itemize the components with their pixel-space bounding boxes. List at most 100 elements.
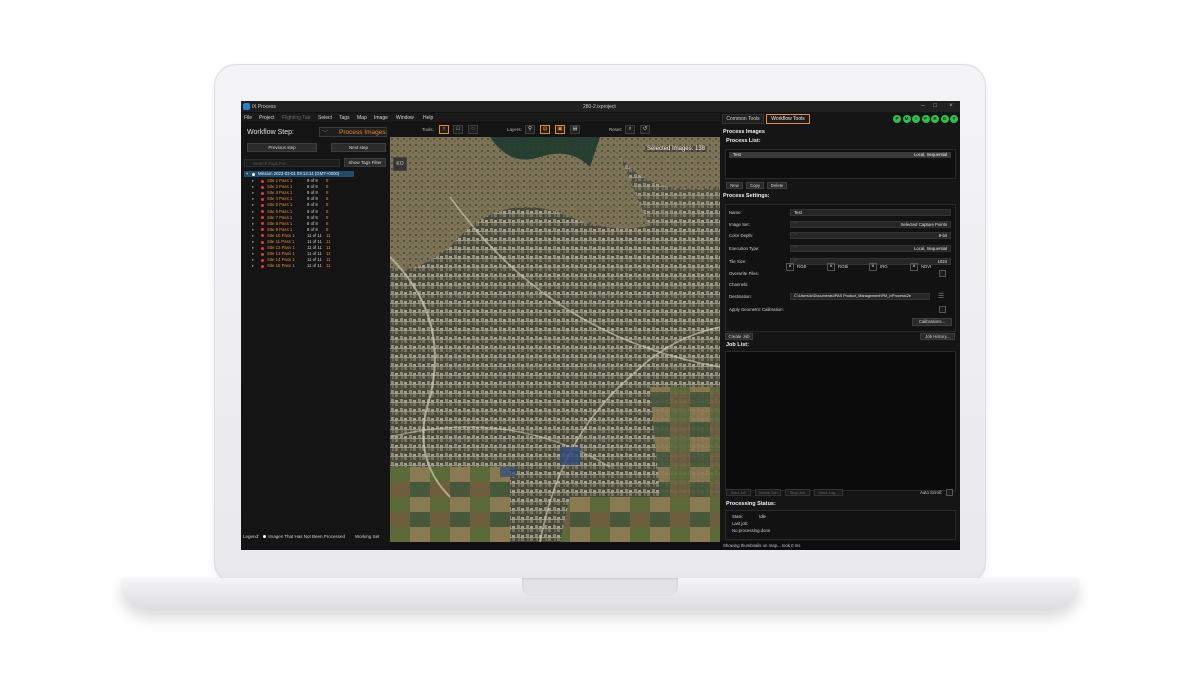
channel-rgbi[interactable]: × RGBi [827,263,848,271]
workflow-circle-r-icon[interactable]: R [931,115,939,123]
workflow-step-select[interactable]: ﹀ Process Images [319,127,387,137]
workflow-circle-m-icon[interactable]: M [902,115,911,123]
execution-type-select[interactable]: ﹀ Local, Sequential [790,245,951,252]
maximize-button[interactable]: □ [931,103,939,109]
image-set-select[interactable]: ﹀ Selected Capture Points [790,221,951,228]
expand-arrow-icon[interactable]: ▸ [252,215,254,221]
pin-layer-icon[interactable]: ⚲ [525,125,535,134]
channel-rgb[interactable]: × RGB [786,263,806,271]
tree-row[interactable]: ▸ Site 8 Pass 1 8 of 8 8 [244,221,388,227]
process-row[interactable]: Test Local, Sequential [729,152,951,158]
show-tags-filter-button[interactable]: Show Tags Filter [344,158,386,167]
lasso-select-icon[interactable]: ◌ [468,125,478,134]
expand-arrow-icon[interactable]: ▸ [252,245,254,251]
zoom-tool-icon[interactable]: ⌕ [439,125,449,134]
workflow-circle-t-icon[interactable]: T [950,115,958,123]
calibrations-button[interactable]: Calibrations... [912,318,952,326]
job-history-button[interactable]: Job History... [920,333,955,340]
workflow-circle-p-icon[interactable]: P [893,115,901,123]
tree-root-mission[interactable]: ▾ Mission 2023-03-01 09:13:14 (GMT+0000) [244,171,354,177]
stack-layer-icon[interactable]: ▤ [570,125,580,134]
menu-project[interactable]: Project [259,115,275,121]
previous-step-button[interactable]: Previous step [247,143,317,152]
workflow-circle-i-icon[interactable]: I [912,115,920,123]
menu-tags[interactable]: Tags [339,115,350,121]
color-depth-select[interactable]: ﹀ 8-bit [790,232,951,239]
delete-process-button[interactable]: Delete [767,182,787,189]
menu-flighting-tab[interactable]: Flighting Tab [282,115,310,121]
expand-arrow-icon[interactable]: ▸ [252,221,254,227]
tree-row[interactable]: ▸ Site 2 Pass 1 8 of 8 8 [244,184,388,190]
next-step-button[interactable]: Next step [331,143,386,152]
copy-process-button[interactable]: Copy [746,182,764,189]
process-name: Test [733,152,741,157]
tree-row[interactable]: ▸ Site 5 Pass 1 8 of 8 8 [244,202,388,208]
save-log-button[interactable]: Save Log... [814,489,843,496]
channel-ndvi[interactable]: × NDVI [910,263,931,271]
geo-calibration-checkbox[interactable] [939,306,946,313]
tag-search-input[interactable]: Search Tags For... [244,159,340,167]
expand-arrow-icon[interactable]: ▸ [252,263,254,269]
destination-field[interactable]: C:\Users\ic\Documents\iPAS Product_Manag… [790,293,930,300]
delete-job-button[interactable]: Delete Job [755,489,781,496]
tree-row[interactable]: ▸ Site 9 Pass 1 8 of 8 8 [244,227,388,233]
workflow-circle-f-icon[interactable]: F [921,115,930,123]
create-job-button[interactable]: Create Job [725,333,753,340]
tree-row[interactable]: ▸ Site 7 Pass 1 8 of 8 8 [244,215,388,221]
expand-arrow-icon[interactable]: ▸ [252,251,254,257]
expand-arrow-icon[interactable]: ▸ [252,178,254,184]
tab-common-tools[interactable]: Common Tools [722,114,764,124]
status-dot-icon [261,179,264,183]
channel-irg[interactable]: × IRG [869,263,888,271]
menu-file[interactable]: File [244,115,252,121]
expand-arrow-icon[interactable]: ▸ [252,196,254,202]
name-field[interactable]: Test [790,209,951,216]
tab-workflow-tools[interactable]: Workflow Tools [766,114,810,124]
new-process-button[interactable]: New [726,182,743,189]
expand-arrow-icon[interactable]: ▸ [252,239,254,245]
overwrite-files-checkbox[interactable] [939,270,946,277]
close-button[interactable]: × [947,103,955,109]
tree-row[interactable]: ▸ Site 6 Pass 1 8 of 8 8 [244,209,388,215]
tree-row[interactable]: ▸ Site 13 Pass 1 11 of 11 11 [244,251,388,257]
expand-arrow-icon[interactable]: ▸ [252,233,254,239]
reset-history-icon[interactable]: ↺ [640,125,650,134]
satellite-map[interactable]: KO Selected Images: 138 [390,137,720,542]
image-layer-icon[interactable]: ▣ [555,125,565,134]
menu-map[interactable]: Map [357,115,367,121]
tree-row[interactable]: ▸ Site 10 Pass 1 11 of 11 11 [244,233,388,239]
tree-row[interactable]: ▸ Site 4 Pass 1 8 of 8 8 [244,196,388,202]
menu-window[interactable]: Window [396,115,414,121]
rect-select-icon[interactable]: □ [453,125,463,134]
menu-help[interactable]: Help [423,115,433,121]
expand-arrow-icon[interactable]: ▸ [252,190,254,196]
job-list [725,351,956,491]
stop-job-button[interactable]: Stop Job [785,489,810,496]
browse-menu-icon[interactable]: ☰ [938,292,944,300]
tree-row[interactable]: ▸ Site 11 Pass 1 11 of 11 11 [244,239,388,245]
start-job-button[interactable]: Start Job [726,489,751,496]
expand-arrow-icon[interactable]: ▸ [252,209,254,215]
tree-row[interactable]: ▸ Site 14 Pass 1 11 of 11 11 [244,257,388,263]
menu-image[interactable]: Image [374,115,388,121]
title-bar: iX Process 280-2.ixproject – □ × [241,101,960,112]
auto-scroll-checkbox[interactable] [946,489,953,496]
minimize-button[interactable]: – [919,103,927,109]
expand-arrow-icon[interactable]: ▸ [252,257,254,263]
reset-zoom-icon[interactable]: ⌕ [625,125,635,134]
tree-row[interactable]: ▸ Site 1 Pass 1 8 of 8 8 [244,178,388,184]
expand-arrow-icon[interactable]: ▸ [252,202,254,208]
name-label: Name: [729,210,742,215]
map-overview-button[interactable]: KO [393,157,407,171]
project-name: 280-2.ixproject [583,104,616,110]
menu-select[interactable]: Select [318,115,332,121]
globe-layer-icon[interactable]: ◍ [540,125,550,134]
tree-row[interactable]: ▸ Site 12 Pass 1 11 of 11 11 [244,245,388,251]
tree-row[interactable]: ▸ Site 15 Pass 1 11 of 11 11 [244,263,388,269]
app-title: iX Process [252,104,276,110]
workflow-circle-g-icon[interactable]: G [940,115,949,123]
tree-row[interactable]: ▸ Site 3 Pass 1 8 of 8 8 [244,190,388,196]
expand-arrow-icon[interactable]: ▸ [252,184,254,190]
expand-arrow-icon[interactable]: ▾ [246,171,248,177]
expand-arrow-icon[interactable]: ▸ [252,227,254,233]
